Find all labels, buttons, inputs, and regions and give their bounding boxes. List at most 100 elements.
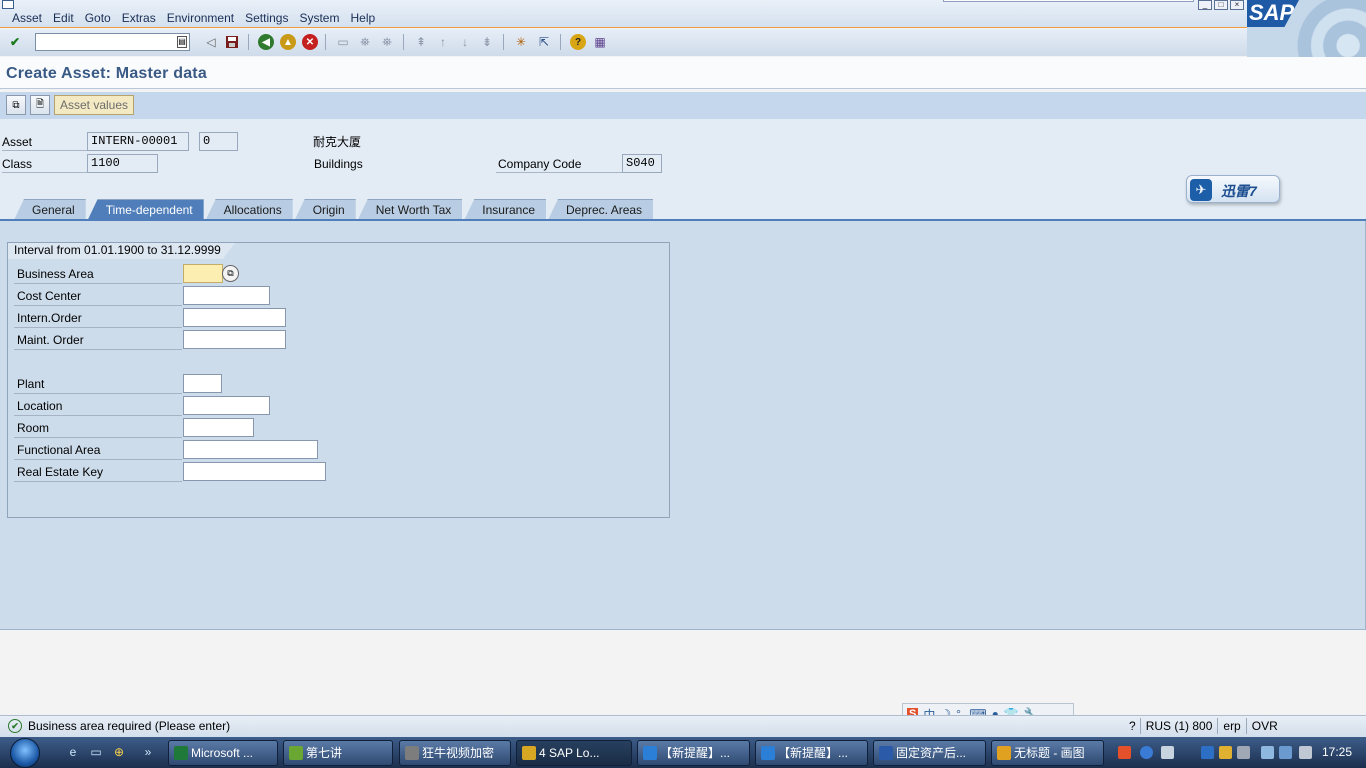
next-page-icon[interactable]: ↓ (456, 33, 474, 51)
class-description: Buildings (314, 157, 363, 171)
quicklaunch-more-icon[interactable]: » (140, 745, 156, 761)
tray-arrow-icon[interactable] (1161, 746, 1174, 759)
ie-quicklaunch-icon[interactable]: e (65, 745, 81, 761)
company-code-field[interactable]: S040 (622, 154, 662, 173)
back-icon[interactable]: ◀ (257, 33, 275, 51)
taskbar-item-label: 【新提醒】... (778, 746, 849, 760)
menu-edit[interactable]: Edit (53, 11, 74, 25)
display-document-icon[interactable]: 🗎 (30, 95, 50, 115)
tab-net-worth-tax[interactable]: Net Worth Tax (357, 199, 463, 220)
functional-area-input[interactable] (183, 440, 318, 459)
save-icon[interactable] (223, 33, 241, 51)
clock[interactable]: 17:25 (1322, 745, 1352, 759)
enter-icon[interactable]: ✔ (6, 33, 24, 51)
status-message[interactable]: Business area required (Please enter) (28, 719, 230, 733)
status-check-icon: ✔ (8, 719, 22, 733)
display-tray-icon[interactable] (1237, 746, 1250, 759)
class-field[interactable]: 1100 (87, 154, 158, 173)
battery-tray-icon[interactable] (1261, 746, 1274, 759)
first-page-icon[interactable]: ⇞ (412, 33, 430, 51)
toolbar-separator (248, 34, 249, 50)
help-tray-icon[interactable] (1140, 746, 1153, 759)
add-quicklaunch-icon[interactable]: ⊕ (111, 745, 127, 761)
menu-extras[interactable]: Extras (122, 11, 156, 25)
taskbar-item-label: 固定资产后... (896, 746, 967, 760)
command-history-icon[interactable]: ▤ (177, 36, 187, 48)
menu-settings[interactable]: Settings (245, 11, 288, 25)
plant-input[interactable] (183, 374, 222, 393)
taskbar-item-label: 无标题 - 画图 (1014, 746, 1085, 760)
taskbar-item-sap[interactable]: 4 SAP Lo... (516, 740, 632, 766)
location-input[interactable] (183, 396, 270, 415)
taskbar-item-paint[interactable]: 无标题 - 画图 (991, 740, 1104, 766)
status-system[interactable]: RUS (1) 800 (1139, 718, 1218, 734)
value-help-icon[interactable]: ⧉ (222, 265, 239, 282)
class-label: Class (2, 155, 87, 173)
maint-order-input[interactable] (183, 330, 286, 349)
maximize-button[interactable]: □ (1214, 0, 1228, 10)
tab-time-dependent[interactable]: Time-dependent (87, 199, 204, 220)
desktop-quicklaunch-icon[interactable]: ▭ (88, 745, 104, 761)
tab-origin[interactable]: Origin (294, 199, 356, 220)
tab-allocations[interactable]: Allocations (205, 199, 293, 220)
taskbar-item-word[interactable]: 固定资产后... (873, 740, 986, 766)
print-icon[interactable]: ▭ (334, 33, 352, 51)
cost-center-input[interactable] (183, 286, 270, 305)
volume-tray-icon[interactable] (1299, 746, 1312, 759)
real-estate-key-input[interactable] (183, 462, 326, 481)
close-button[interactable]: × (1230, 0, 1244, 10)
plant-label: Plant (14, 375, 182, 394)
menu-asset[interactable]: Asset (12, 11, 42, 25)
menu-environment[interactable]: Environment (167, 11, 234, 25)
asset-number-field[interactable]: INTERN-00001 (87, 132, 189, 151)
exit-icon[interactable]: ▲ (279, 33, 297, 51)
tab-strip: General Time-dependent Allocations Origi… (14, 199, 655, 220)
previous-page-icon[interactable]: ↑ (434, 33, 452, 51)
qq-tray-icon[interactable] (1219, 746, 1232, 759)
cancel-icon[interactable]: ✕ (301, 33, 319, 51)
xunlei-badge[interactable]: ✈ 迅雷7 (1186, 175, 1280, 203)
other-asset-icon[interactable]: ⧉ (6, 95, 26, 115)
tab-insurance[interactable]: Insurance (464, 199, 546, 220)
new-session-icon[interactable]: ✳ (512, 33, 530, 51)
taskbar-item-video[interactable]: 狂牛视频加密 (399, 740, 511, 766)
menu-help[interactable]: Help (350, 11, 375, 25)
start-button[interactable] (10, 738, 40, 768)
intern-order-input[interactable] (183, 308, 286, 327)
toolbar-separator (560, 34, 561, 50)
command-field[interactable]: ▤ (35, 33, 190, 51)
status-mode[interactable]: OVR (1245, 718, 1283, 734)
sogou-tray-icon[interactable] (1118, 746, 1131, 759)
taskbar-item-ie1[interactable]: 【新提醒】... (637, 740, 750, 766)
window-title-strip (943, 0, 1194, 2)
taskbar-item-label: Microsoft ... (191, 746, 254, 760)
sap-logo: SAP (1247, 0, 1366, 57)
find-icon[interactable]: ⛯ (356, 33, 374, 51)
asset-subnumber-field[interactable]: 0 (199, 132, 238, 151)
taskbar-item-excel[interactable]: Microsoft ... (168, 740, 278, 766)
intern-order-label: Intern.Order (14, 309, 182, 328)
status-info-icon[interactable]: ? (1124, 718, 1140, 734)
group-title: Interval from 01.01.1900 to 31.12.9999 (8, 243, 235, 259)
asset-values-button[interactable]: Asset values (54, 95, 134, 115)
tab-deprec-areas[interactable]: Deprec. Areas (548, 199, 654, 220)
find-next-icon[interactable]: ⛯ (378, 33, 396, 51)
back-arrow-icon[interactable]: ◁ (202, 33, 220, 51)
tab-general[interactable]: General (14, 199, 86, 220)
system-info: ? RUS (1) 800 erp OVR (1124, 718, 1283, 734)
taskbar-item-ie2[interactable]: 【新提醒】... (755, 740, 868, 766)
room-input[interactable] (183, 418, 254, 437)
menu-goto[interactable]: Goto (85, 11, 111, 25)
help-icon[interactable]: ? (569, 33, 587, 51)
menu-system[interactable]: System (299, 11, 339, 25)
layout-menu-icon[interactable]: ▦ (591, 33, 609, 51)
network-tray-icon[interactable] (1201, 746, 1214, 759)
taskbar-item-lesson[interactable]: 第七讲 (283, 740, 393, 766)
title-bar: Create Asset: Master data (0, 57, 1366, 89)
business-area-input[interactable] (183, 264, 223, 283)
minimize-button[interactable]: _ (1198, 0, 1212, 10)
system-menu-icon[interactable] (2, 0, 14, 9)
wifi-tray-icon[interactable] (1279, 746, 1292, 759)
shortcut-icon[interactable]: ⇱ (535, 33, 553, 51)
last-page-icon[interactable]: ⇟ (478, 33, 496, 51)
